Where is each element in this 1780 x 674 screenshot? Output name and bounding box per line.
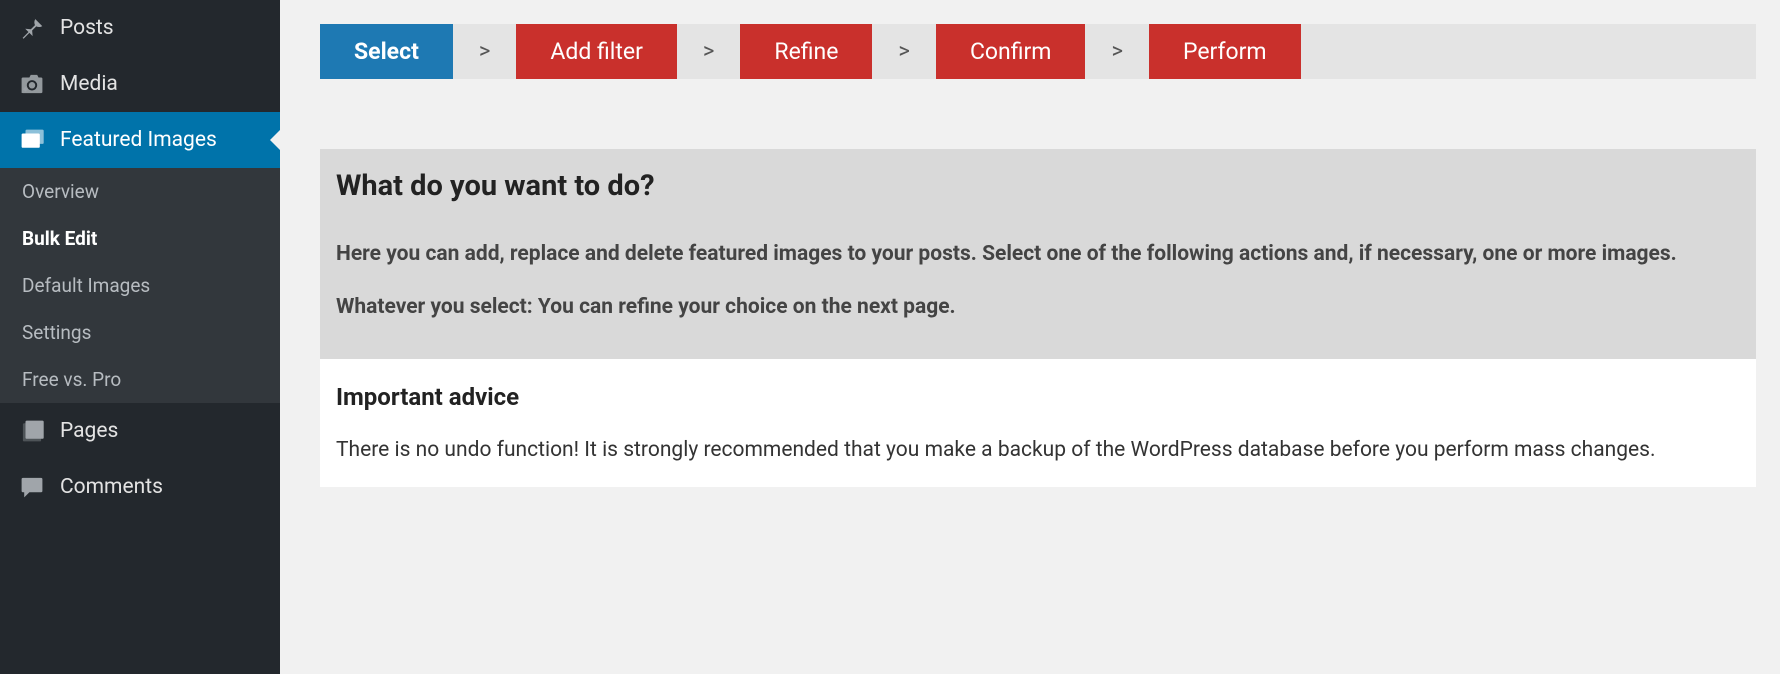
panel-lead-secondary: Whatever you select: You can refine your… (336, 295, 1740, 319)
sidebar-item-label: Posts (60, 16, 114, 40)
advice-box: Important advice There is no undo functi… (320, 359, 1756, 487)
sidebar-top-list: Posts Media Featured Images (0, 0, 280, 168)
sidebar-item-label: Comments (60, 475, 163, 499)
sidebar-sub-default-images[interactable]: Default Images (0, 262, 280, 309)
separator (336, 203, 1740, 239)
pin-icon (18, 14, 46, 42)
images-icon (18, 126, 46, 154)
sidebar-item-featured-images[interactable]: Featured Images (0, 112, 280, 168)
comment-icon (18, 473, 46, 501)
sidebar-sub-bulk-edit[interactable]: Bulk Edit (0, 215, 280, 262)
step-confirm[interactable]: Confirm (936, 24, 1086, 79)
sidebar-sub-label: Settings (22, 321, 91, 344)
chevron-right-icon: > (703, 39, 715, 64)
chevron-right-icon: > (479, 39, 491, 64)
chevron-right-icon: > (1111, 39, 1123, 64)
panel-title: What do you want to do? (336, 169, 1740, 203)
sidebar-sub-label: Overview (22, 180, 99, 203)
sidebar-item-label: Media (60, 72, 118, 96)
camera-icon (18, 70, 46, 98)
step-separator: > (453, 24, 517, 79)
sidebar-sub-settings[interactable]: Settings (0, 309, 280, 356)
step-label: Refine (774, 38, 838, 65)
sidebar-item-label: Pages (60, 419, 118, 443)
sidebar-item-media[interactable]: Media (0, 56, 280, 112)
step-separator: > (677, 24, 741, 79)
advice-text: There is no undo function! It is strongl… (336, 435, 1740, 467)
sidebar-item-comments[interactable]: Comments (0, 459, 280, 515)
sidebar-sub-label: Bulk Edit (22, 227, 97, 250)
step-label: Select (354, 38, 419, 65)
sidebar-item-pages[interactable]: Pages (0, 403, 280, 459)
sidebar-item-posts[interactable]: Posts (0, 0, 280, 56)
step-perform[interactable]: Perform (1149, 24, 1301, 79)
sidebar-sub-overview[interactable]: Overview (0, 168, 280, 215)
step-select[interactable]: Select (320, 24, 453, 79)
admin-sidebar: Posts Media Featured Images Overview Bul… (0, 0, 280, 674)
main-content: Select > Add filter > Refine > Confirm >… (280, 0, 1780, 674)
chevron-right-icon: > (898, 39, 910, 64)
sidebar-bottom-list: Pages Comments (0, 403, 280, 515)
sidebar-item-label: Featured Images (60, 128, 217, 152)
panel-intro: What do you want to do? Here you can add… (320, 149, 1756, 359)
step-refine[interactable]: Refine (740, 24, 872, 79)
step-label: Perform (1183, 38, 1267, 65)
step-separator: > (872, 24, 936, 79)
sidebar-sub-label: Default Images (22, 274, 150, 297)
sidebar-sub-list: Overview Bulk Edit Default Images Settin… (0, 168, 280, 403)
step-separator: > (1085, 24, 1149, 79)
panel: What do you want to do? Here you can add… (320, 149, 1756, 487)
sidebar-sub-label: Free vs. Pro (22, 368, 121, 391)
wizard-steps: Select > Add filter > Refine > Confirm >… (320, 24, 1756, 79)
page-icon (18, 417, 46, 445)
advice-title: Important advice (336, 383, 1740, 411)
panel-lead: Here you can add, replace and delete fea… (336, 239, 1740, 269)
step-label: Confirm (970, 38, 1052, 65)
step-label: Add filter (550, 38, 643, 65)
sidebar-sub-free-vs-pro[interactable]: Free vs. Pro (0, 356, 280, 403)
step-add-filter[interactable]: Add filter (516, 24, 677, 79)
